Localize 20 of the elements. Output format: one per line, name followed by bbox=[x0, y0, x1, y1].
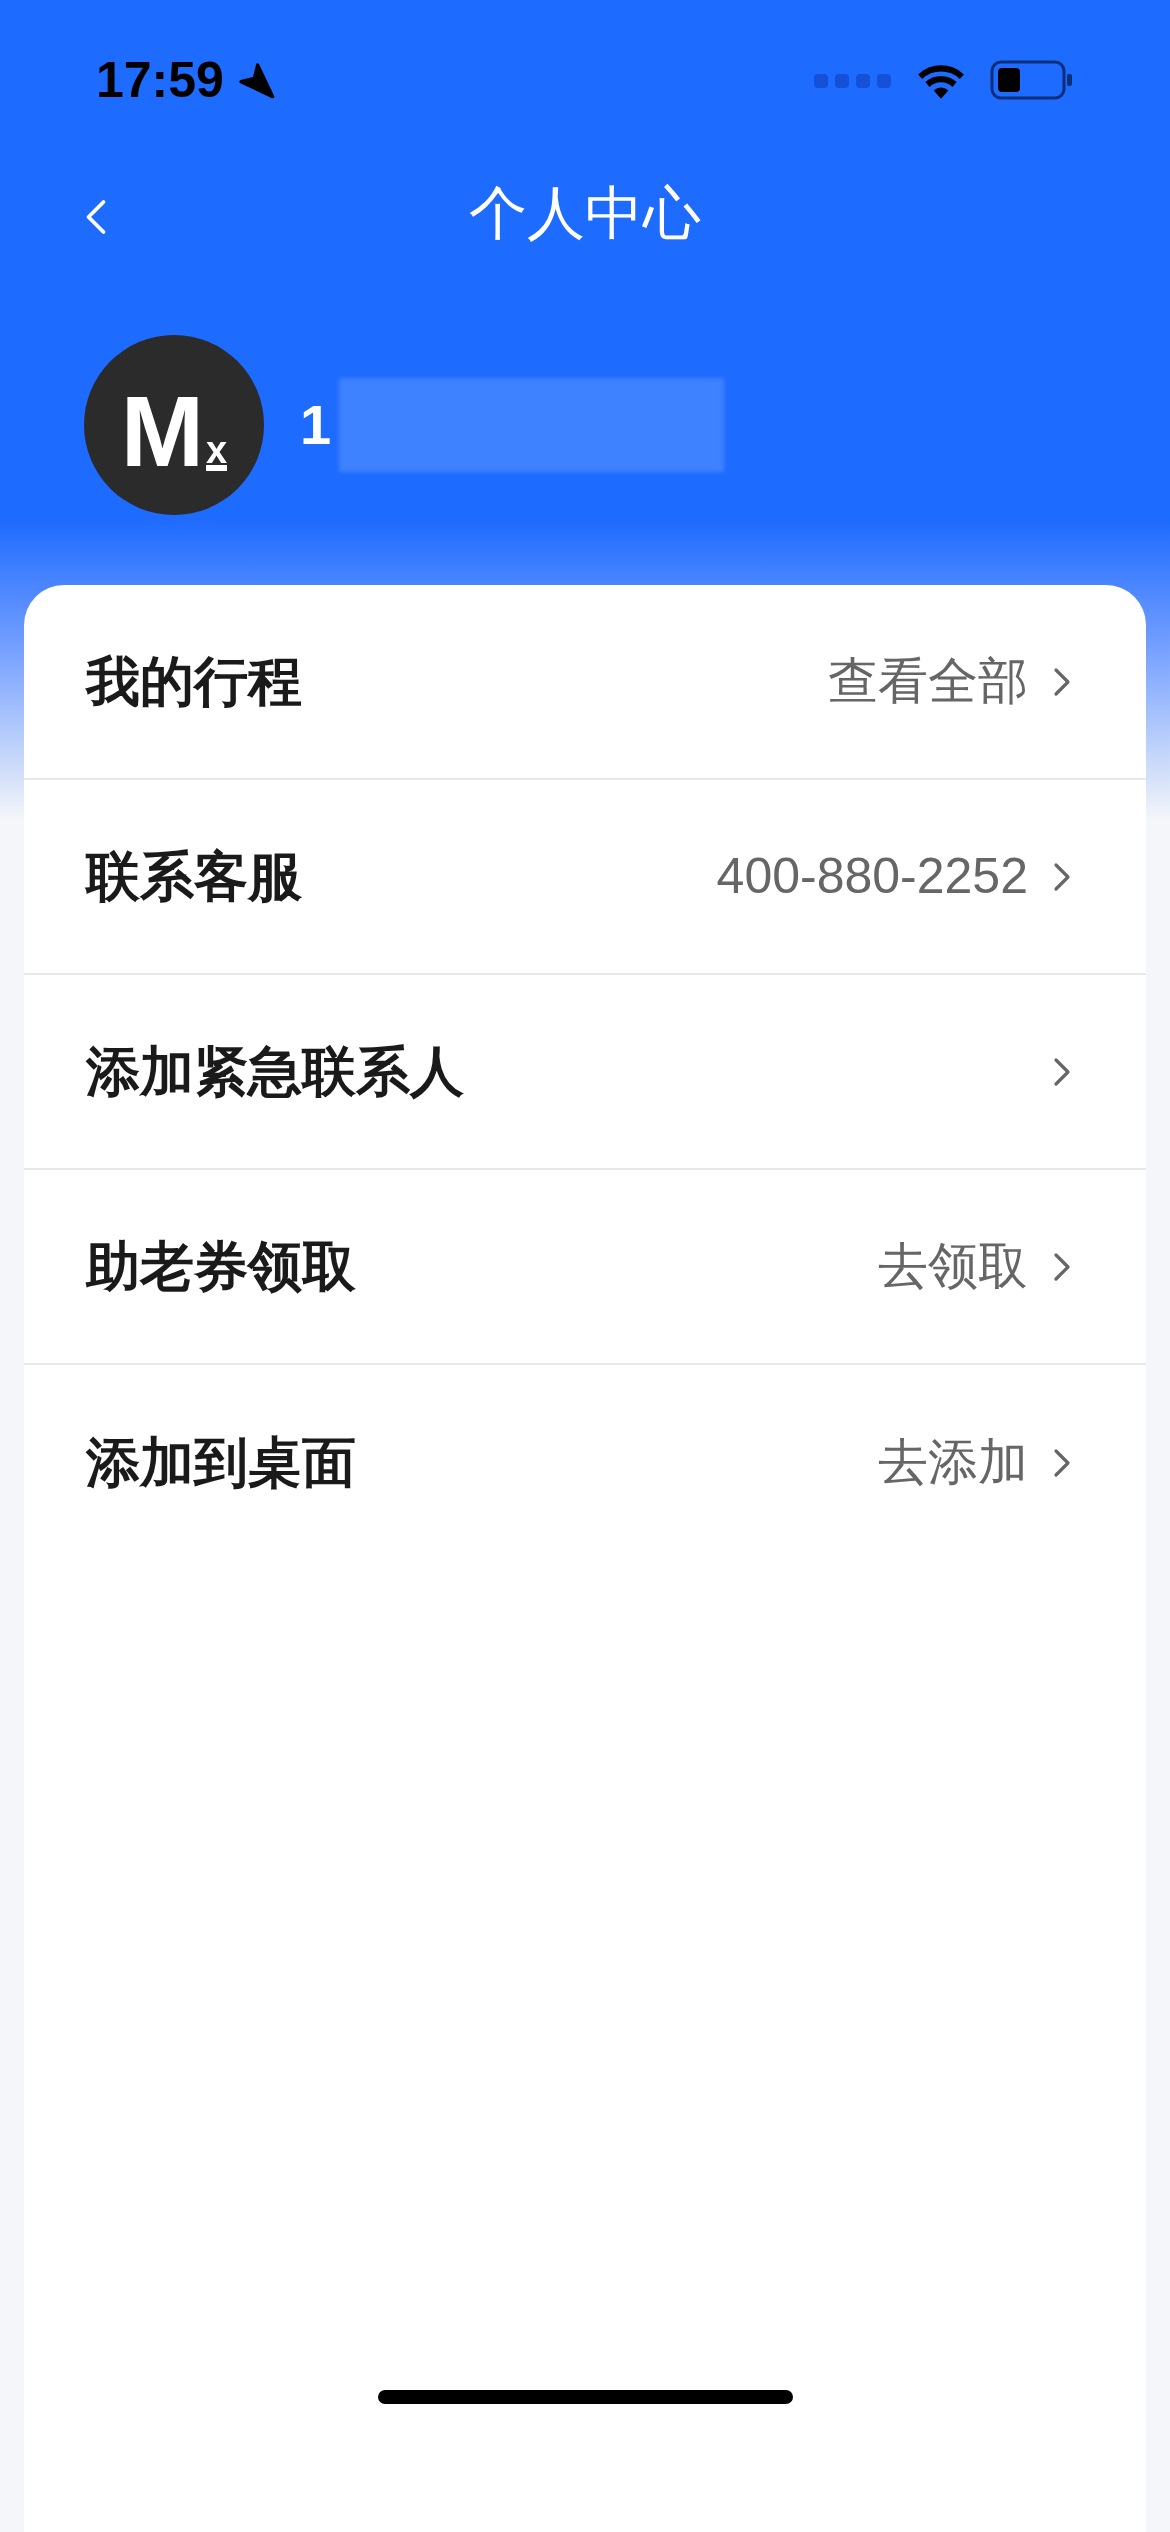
menu-label: 助老券领取 bbox=[86, 1235, 356, 1298]
menu-row[interactable]: 添加紧急联系人 bbox=[24, 975, 1146, 1170]
menu-row[interactable]: 添加到桌面 去添加 bbox=[24, 1365, 1146, 1560]
menu-value: 查看全部 bbox=[828, 652, 1028, 711]
menu-label: 添加紧急联系人 bbox=[86, 1040, 464, 1103]
menu-label: 我的行程 bbox=[86, 650, 302, 713]
page-title: 个人中心 bbox=[469, 179, 701, 247]
logo-letter: M bbox=[120, 391, 205, 471]
status-time: 17:59 bbox=[96, 50, 224, 110]
menu-value: 去领取 bbox=[878, 1237, 1028, 1296]
menu-value: 400-880-2252 bbox=[716, 847, 1028, 906]
menu-row[interactable]: 我的行程 查看全部 bbox=[24, 585, 1146, 780]
menu-row[interactable]: 联系客服 400-880-2252 bbox=[24, 780, 1146, 975]
menu-row[interactable]: 助老券领取 去领取 bbox=[24, 1170, 1146, 1365]
phone-number: 1 bbox=[300, 392, 332, 458]
menu-value: 去添加 bbox=[878, 1433, 1028, 1492]
menu-label: 联系客服 bbox=[86, 845, 302, 908]
battery-icon bbox=[990, 60, 1074, 100]
menu-label: 添加到桌面 bbox=[86, 1431, 356, 1494]
logo-subscript: x bbox=[206, 435, 228, 471]
